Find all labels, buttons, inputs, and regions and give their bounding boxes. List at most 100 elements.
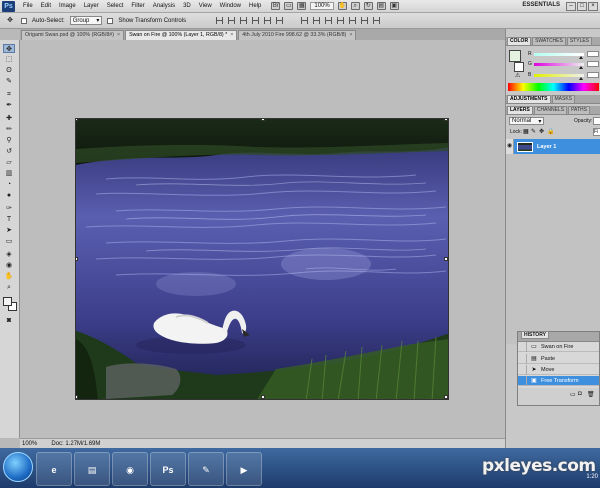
history-item-selected[interactable]: ▣ Free Transform [518,375,599,386]
lasso-tool-icon[interactable]: ʘ [3,66,15,75]
distribute-left-icon[interactable] [337,17,345,24]
menu-layer[interactable]: Layer [80,3,103,9]
slider-thumb-g[interactable] [578,66,583,69]
new-document-from-state-icon[interactable]: ▭ [570,391,576,398]
auto-select-dropdown[interactable]: Group [69,16,103,25]
lock-position-icon[interactable]: ✥ [539,128,544,135]
transform-handle-bottom-right[interactable] [444,395,448,399]
align-top-icon[interactable] [216,17,224,24]
tab-paths[interactable]: PATHS [568,106,590,114]
distribute-top-icon[interactable] [301,17,309,24]
taskbar-media-icon[interactable]: ▶ [226,452,262,486]
quick-select-tool-icon[interactable]: ✎ [3,77,15,86]
move-tool-preset-icon[interactable]: ✥ [4,16,16,25]
arrange-documents-icon[interactable]: ▤ [376,2,386,10]
history-item[interactable]: ▤ Paste [518,353,599,364]
slider-thumb-b[interactable] [578,77,583,80]
menu-select[interactable]: Select [103,3,128,9]
transform-handle-top-right[interactable] [444,119,448,121]
maximize-button[interactable]: □ [577,2,587,11]
menu-3d[interactable]: 3D [179,3,195,9]
new-snapshot-icon[interactable]: ◘ [578,391,582,397]
menu-window[interactable]: Window [216,3,245,9]
close-tab-icon[interactable]: × [349,32,352,38]
taskbar-app-icon[interactable]: ✎ [188,452,224,486]
tab-history[interactable]: HISTORY [521,331,549,339]
out-of-gamut-warning-icon[interactable]: ⚠ [515,72,520,79]
transform-handle-bottom-left[interactable] [76,395,78,399]
tab-layers[interactable]: LAYERS [507,106,533,114]
tab-masks[interactable]: MASKS [551,95,576,103]
pen-tool-icon[interactable]: ✑ [3,204,15,213]
lock-all-icon[interactable]: 🔒 [547,128,554,135]
3d-rotate-tool-icon[interactable]: ◈ [3,250,15,259]
rotate-view-icon[interactable]: ↻ [363,2,373,10]
view-extras-icon[interactable]: ▦ [297,2,307,10]
color-fg-swatch[interactable] [509,50,521,62]
tab-styles[interactable]: STYLES [566,37,593,45]
foreground-color-swatch[interactable] [3,297,12,306]
align-right-icon[interactable] [276,17,284,24]
align-vcenter-icon[interactable] [228,17,236,24]
menu-help[interactable]: Help [245,3,265,9]
menu-edit[interactable]: Edit [37,3,55,9]
history-source-box[interactable] [518,341,527,352]
channel-slider-r[interactable] [534,53,584,56]
3d-orbit-tool-icon[interactable]: ◉ [3,261,15,270]
blur-tool-icon[interactable]: ◔ [3,180,15,189]
zoom-tool-icon[interactable]: ⌕ [3,283,15,292]
marquee-tool-icon[interactable]: ⬚ [3,55,15,64]
gradient-tool-icon[interactable]: ▥ [3,169,15,178]
menu-image[interactable]: Image [55,3,80,9]
zoom-tool-icon[interactable]: ⌕ [350,2,360,10]
brush-tool-icon[interactable]: ✏ [3,125,15,134]
menu-analysis[interactable]: Analysis [149,3,179,9]
crop-tool-icon[interactable]: ⌗ [3,90,15,99]
transform-handle-top[interactable] [261,119,265,121]
start-button[interactable] [3,452,33,482]
zoom-level-select[interactable]: 100% [310,2,334,10]
minimize-button[interactable]: – [566,2,576,11]
slider-thumb-r[interactable] [578,56,583,59]
path-select-tool-icon[interactable]: ➤ [3,226,15,235]
dodge-tool-icon[interactable]: ● [3,191,15,200]
workspace-switcher[interactable]: ESSENTIALS [522,2,560,8]
transform-handle-right[interactable] [444,257,448,261]
delete-state-icon[interactable]: 🗑 [587,391,595,398]
layer-visibility-icon[interactable]: ◉ [506,139,514,154]
close-tab-icon[interactable]: × [117,32,120,38]
lock-transparency-icon[interactable]: ▦ [523,128,529,135]
eyedropper-tool-icon[interactable]: ✒ [3,101,15,110]
launch-bridge-icon[interactable]: Br [271,2,281,10]
quick-mask-icon[interactable]: ◙ [3,316,15,325]
history-brush-tool-icon[interactable]: ↺ [3,147,15,156]
tab-color[interactable]: COLOR [507,37,532,45]
align-left-icon[interactable] [252,17,260,24]
close-tab-icon[interactable]: × [230,32,233,38]
doc-tab-origami-swan[interactable]: Origami Swan.psd @ 100% (RGB/8#) × [21,30,125,40]
taskbar-firefox-icon[interactable]: ◉ [112,452,148,486]
opacity-field[interactable] [593,117,600,125]
blend-mode-dropdown[interactable]: Normal [509,117,545,125]
history-source-box[interactable] [518,353,527,364]
show-transform-checkbox[interactable] [107,17,114,24]
history-panel-header[interactable]: HISTORY [518,331,599,342]
hand-tool-icon[interactable]: ✋ [3,272,15,281]
channel-value-b[interactable] [587,72,599,78]
clone-stamp-tool-icon[interactable]: ⚲ [3,136,15,145]
channel-slider-g[interactable] [534,63,584,66]
mini-bridge-icon[interactable]: ▭ [284,2,294,10]
doc-tab-swan-on-fire[interactable]: Swan on Fire @ 100% (Layer 1, RGB/8) * × [125,30,238,40]
healing-brush-tool-icon[interactable]: ✚ [3,114,15,123]
channel-slider-b[interactable] [534,74,584,77]
status-zoom[interactable]: 100% [22,441,37,447]
tab-swatches[interactable]: SWATCHES [532,37,566,45]
transform-handle-left[interactable] [76,257,78,261]
type-tool-icon[interactable]: T [3,215,15,224]
close-button[interactable]: × [588,2,598,11]
distribute-hcenter-icon[interactable] [349,17,357,24]
align-bottom-icon[interactable] [240,17,248,24]
lock-pixels-icon[interactable]: ✎ [531,128,536,135]
taskbar-ie-icon[interactable]: e [36,452,72,486]
history-item[interactable]: ➤ Move [518,364,599,375]
